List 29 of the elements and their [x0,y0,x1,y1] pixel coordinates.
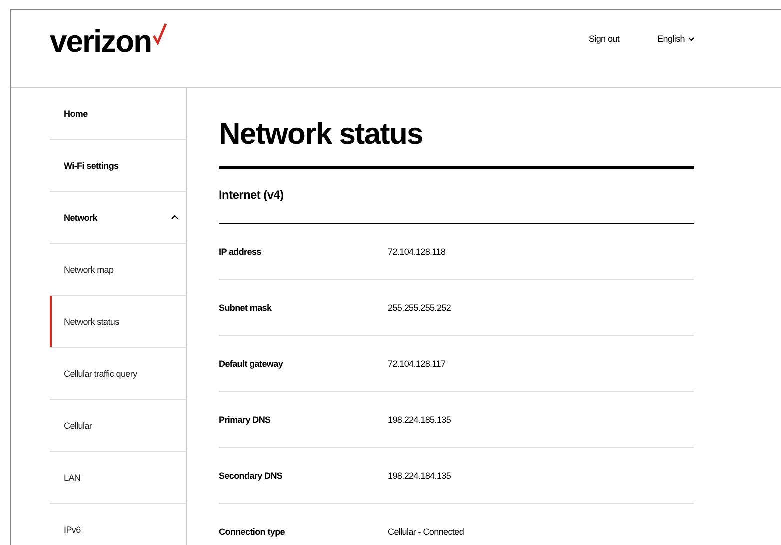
chevron-icon [171,215,179,220]
field-label: Default gateway [219,358,284,368]
field-value: Cellular - Connected [388,526,464,536]
field-label: Connection type [219,526,286,536]
sidebar-item[interactable]: Network status [50,296,186,348]
field-label: Secondary DNS [219,470,284,480]
sidebar-item[interactable]: LAN [50,452,186,504]
sidebar-item[interactable]: Cellular traffic query [50,348,186,400]
sidebar-item[interactable]: Home [50,88,186,140]
field-value: 72.104.128.117 [388,358,446,368]
sidebar-item[interactable]: Network map [50,244,186,296]
chevron-down-icon [688,36,695,42]
page-title: Network status [219,115,694,169]
field-value: 72.104.128.118 [388,246,446,256]
sidebar-item[interactable]: Network [50,192,186,244]
field-label: Subnet mask [219,302,273,312]
sign-out-link[interactable]: Sign out [588,34,620,44]
field-value: 198.224.185.135 [388,414,452,424]
field-label: IP address [219,246,262,256]
section-heading: Internet (v4) [219,188,284,202]
sidebar-item[interactable]: Wi-Fi settings [50,140,186,192]
checkmark-icon [152,23,167,45]
field-value: 198.224.184.135 [388,470,452,480]
field-label: Primary DNS [219,414,272,424]
language-dropdown[interactable]: English [658,34,695,44]
sidebar-item[interactable]: IPv6 [50,504,186,545]
sidebar-item[interactable]: Cellular [50,400,186,452]
field-value: 255.255.255.252 [388,302,452,312]
verizon-logo-text: verizon [50,24,152,60]
